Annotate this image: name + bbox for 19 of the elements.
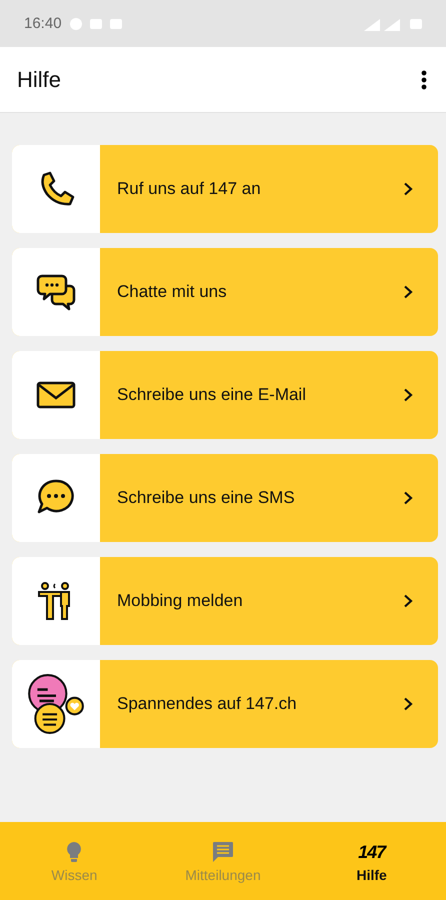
help-option-card[interactable]: Schreibe uns eine SMS <box>12 454 438 542</box>
page-title: Hilfe <box>17 66 62 92</box>
chevron-right-icon <box>402 182 414 196</box>
logo: 147 <box>358 840 386 864</box>
help-option-card[interactable]: Spannendes auf 147.ch <box>12 660 438 748</box>
chevron-right-icon <box>402 388 414 402</box>
help-option-card[interactable]: Mobbing melden <box>12 557 438 645</box>
status-time: 16:40 <box>24 15 62 32</box>
chevron-right-icon <box>402 697 414 711</box>
chevron-right-icon <box>402 491 414 505</box>
message-icon <box>211 840 235 864</box>
sticker-icon <box>25 673 87 735</box>
chat-bubbles-icon <box>36 272 76 312</box>
chevron-right-icon <box>402 285 414 299</box>
help-option-card[interactable]: Ruf uns auf 147 an <box>12 145 438 233</box>
help-option-card[interactable]: Schreibe uns eine E-Mail <box>12 351 438 439</box>
help-option-card[interactable]: Chatte mit uns <box>12 248 438 336</box>
chevron-right-icon <box>402 594 414 608</box>
nav-tab[interactable]: 147 Hilfe <box>297 822 446 900</box>
